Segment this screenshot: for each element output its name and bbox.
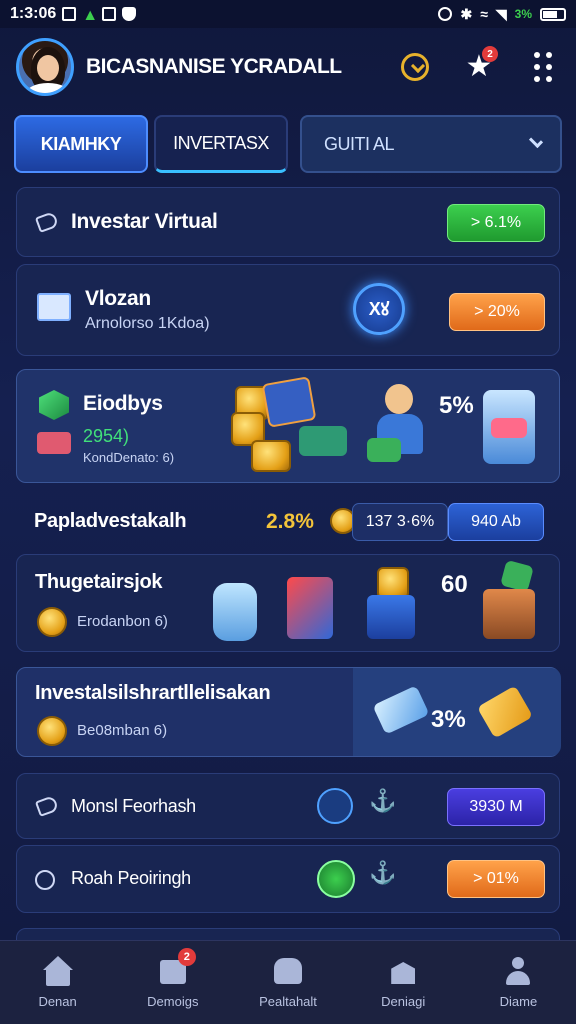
clock-icon [401,53,429,81]
card-title: Roah Peoiringh [71,868,191,888]
chest-icon [37,432,71,454]
ticket-illustration [372,684,430,740]
card-subtitle: KondDenato: 6) [83,450,175,465]
menu-button[interactable] [526,50,560,84]
card-roah-peoiringh[interactable]: Roah Peoiringh ⚓ > 01% [16,845,560,913]
nav-badge: 2 [177,948,196,966]
tag-icon [34,211,60,233]
chevron-down-icon [528,133,544,149]
card-percent: 5% [439,392,474,419]
chat-icon [273,956,303,986]
nav-label: Diame [499,994,538,1009]
summary-percent: 2.8% [266,510,314,533]
card-investalsilshr[interactable]: Investalsilshrartllelisakan Be08mban 6) … [16,667,561,757]
more-icon [534,52,552,82]
tab-invertasx[interactable]: INVERTASX [154,115,288,173]
card-vlozan[interactable]: Vlozan Arnolorso 1Kdoa) Xꙋ > 20% [16,264,560,356]
app-root: 1:3:06 ▲ ✱ ≈ ◥ 3% BICASNANISE YCRADALL ★ [0,0,576,1024]
leaf-badge-icon [317,860,355,898]
card-title: Investar Virtual [71,210,218,233]
rate-pill[interactable]: > 6.1% [447,204,545,242]
assets-illustration [209,561,429,647]
gallery-icon [62,7,77,21]
nav-item-profile[interactable]: Diame [461,941,576,1024]
card-title: Vlozan [85,287,151,310]
card-subtitle: Arnolorso 1Kdoa) [85,315,210,332]
summary-title: Papladvestakalh [34,510,187,532]
network-icon: ⚓ [369,788,397,813]
avatar[interactable] [16,38,74,96]
status-bar: 1:3:06 ▲ ✱ ≈ ◥ 3% [0,0,576,28]
card-title: Thugetairsjok [35,571,163,593]
favorites-button[interactable]: ★ 2 [462,46,498,84]
signal-icon: ◥ [495,5,507,22]
card-subtitle: Erodanbon 6) [77,613,168,630]
card-subtitle: Be08mban 6) [77,722,168,739]
card-monsl-feorhash[interactable]: Monsl Feorhash ⚓ 3930 M [16,773,560,839]
bank-icon [388,956,418,986]
globe-icon [317,788,353,824]
card-title: Eiodbys [83,392,163,415]
user-icon [503,956,533,986]
bluetooth-icon: ✱ [460,5,473,22]
notification-badge: 2 [482,46,498,62]
nav-item-documents[interactable]: 2 Demoigs [115,941,230,1024]
nav-label: Denan [38,994,77,1009]
app-header: BICASNANISE YCRADALL ★ 2 [0,28,576,106]
document-icon: 2 [158,948,196,986]
battery-text: 3% [514,7,532,21]
shop-illustration [477,384,541,470]
summary-pill[interactable]: 940 Ab [448,503,544,541]
bottom-nav: Denan 2 Demoigs Pealtahalt Deniagi Diame [0,940,576,1024]
shield-icon [122,7,137,21]
box-illustration [479,559,543,645]
clock-small-icon [35,870,55,890]
status-time: 1:3:06 [10,5,57,22]
card-investar-virtual[interactable]: Investar Virtual > 6.1% [16,187,560,257]
tag-icon [34,795,60,817]
network-icon: ⚓ [369,860,397,885]
card-thugetairsjok[interactable]: Thugetairsjok Erodanbon 6) 60 [16,554,560,652]
card-title: Investalsilshrartllelisakan [35,682,271,704]
tab-bar: KIAMHKY INVERTASX GUITI AL [14,115,562,173]
card-percent: 3% [431,706,466,733]
home-icon [102,7,117,21]
gem-icon [39,390,69,420]
wifi-icon: ≈ [480,6,488,22]
summary-value[interactable]: 137 3·6% [352,503,448,541]
battery-icon [540,7,566,21]
calculator-icon [37,293,71,321]
person-illustration [367,378,433,476]
coin-icon [37,607,67,637]
card-percent: 60 [441,571,468,598]
card-eiodbys[interactable]: Eiodbys 2954) KondDenato: 6) 5% [16,369,560,483]
summary-row: Papladvestakalh 2.8% 137 3·6% 940 Ab [16,496,560,548]
tag-illustration [476,680,537,744]
home-icon [42,956,73,986]
leaf-icon: ▲ [82,7,99,24]
alarm-icon [438,7,453,21]
rate-pill[interactable]: > 01% [447,860,545,898]
coins-illustration [225,376,355,476]
tab-dropdown-guitial[interactable]: GUITI AL [300,115,562,173]
coin-icon [37,716,67,746]
nav-label: Pealtahalt [259,994,317,1009]
nav-label: Demoigs [147,994,199,1009]
nav-item-home[interactable]: Denan [0,941,115,1024]
nav-item-bank[interactable]: Deniagi [346,941,461,1024]
card-title: Monsl Feorhash [71,796,196,816]
nav-item-chat[interactable]: Pealtahalt [230,941,345,1024]
exchange-badge[interactable]: Xꙋ [353,283,405,335]
card-value: 2954) [83,426,130,446]
tab-kiamhky[interactable]: KIAMHKY [14,115,148,173]
rate-pill[interactable]: > 20% [449,293,545,331]
amount-pill[interactable]: 3930 M [447,788,545,826]
nav-label: Deniagi [381,994,426,1009]
clock-button[interactable] [398,50,432,84]
app-title: BICASNANISE YCRADALL [86,55,342,78]
